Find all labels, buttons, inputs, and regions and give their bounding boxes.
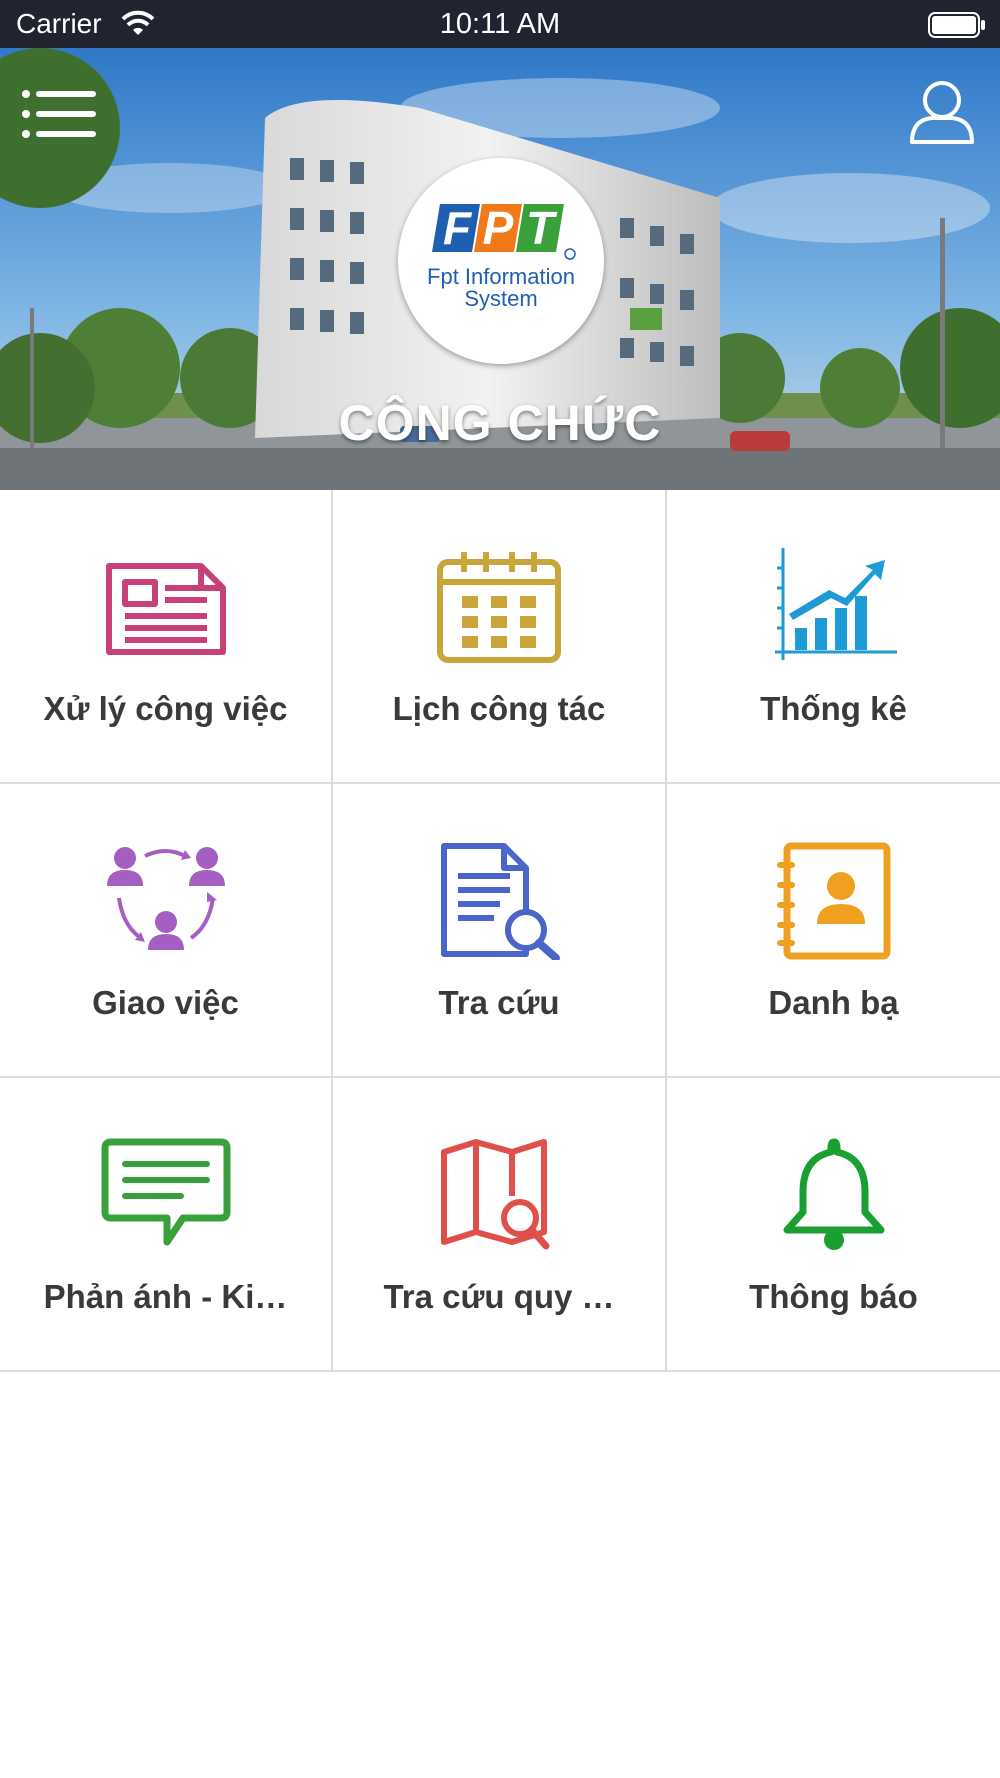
menu-item-thong-bao[interactable]: Thông báo (667, 1078, 1000, 1372)
menu-item-label: Thống kê (760, 690, 907, 727)
menu-hamburger-button[interactable] (20, 86, 100, 142)
menu-item-danh-ba[interactable]: Danh bạ (667, 784, 1000, 1078)
user-profile-icon[interactable] (908, 78, 976, 146)
menu-item-tra-cuu-quy-hoach[interactable]: Tra cứu quy … (333, 1078, 667, 1372)
menu-item-label: Lịch công tác (392, 690, 606, 727)
menu-item-tra-cuu[interactable]: Tra cứu (333, 784, 667, 1078)
calendar-icon (437, 552, 561, 663)
menu-item-phan-anh-kien-nghi[interactable]: Phản ánh - Ki… (0, 1078, 333, 1372)
document-search-icon (441, 843, 560, 960)
function-grid: Xử lý công việc Lịch công tác Thống kê G… (0, 490, 1000, 1372)
bell-icon (783, 1138, 884, 1250)
statistics-chart-icon (774, 548, 897, 660)
svg-text:T: T (526, 202, 558, 254)
menu-item-label: Thông báo (749, 1278, 918, 1315)
svg-text:P: P (483, 202, 514, 254)
map-search-icon (441, 1139, 550, 1250)
battery-icon (928, 12, 985, 38)
logo-line2: System (464, 286, 538, 311)
menu-item-label: Xử lý công việc (43, 690, 288, 727)
svg-text:F: F (443, 202, 473, 254)
chat-feedback-icon (101, 1138, 230, 1246)
contacts-book-icon (776, 842, 890, 960)
fpt-logo: F P T Fpt Information System (398, 158, 604, 364)
menu-item-label: Giao việc (92, 984, 239, 1021)
status-time: 10:11 AM (439, 8, 561, 40)
menu-item-lich-cong-tac[interactable]: Lịch công tác (333, 490, 667, 784)
header-banner: F P T Fpt Information System CÔNG CHỨC (0, 48, 1000, 490)
app-title: CÔNG CHỨC (338, 395, 662, 451)
menu-item-thong-ke[interactable]: Thống kê (667, 490, 1000, 784)
menu-item-label: Danh bạ (768, 984, 899, 1021)
menu-item-giao-viec[interactable]: Giao việc (0, 784, 333, 1078)
menu-item-xu-ly-cong-viec[interactable]: Xử lý công việc (0, 490, 333, 784)
menu-item-label: Tra cứu quy … (383, 1278, 615, 1315)
assign-people-icon (106, 847, 225, 950)
menu-item-label: Tra cứu (438, 984, 560, 1021)
menu-item-label: Phản ánh - Ki… (43, 1278, 288, 1315)
logo-line1: Fpt Information (427, 264, 575, 289)
status-bar: Carrier 10:11 AM (0, 0, 1000, 48)
document-icon (105, 563, 226, 655)
